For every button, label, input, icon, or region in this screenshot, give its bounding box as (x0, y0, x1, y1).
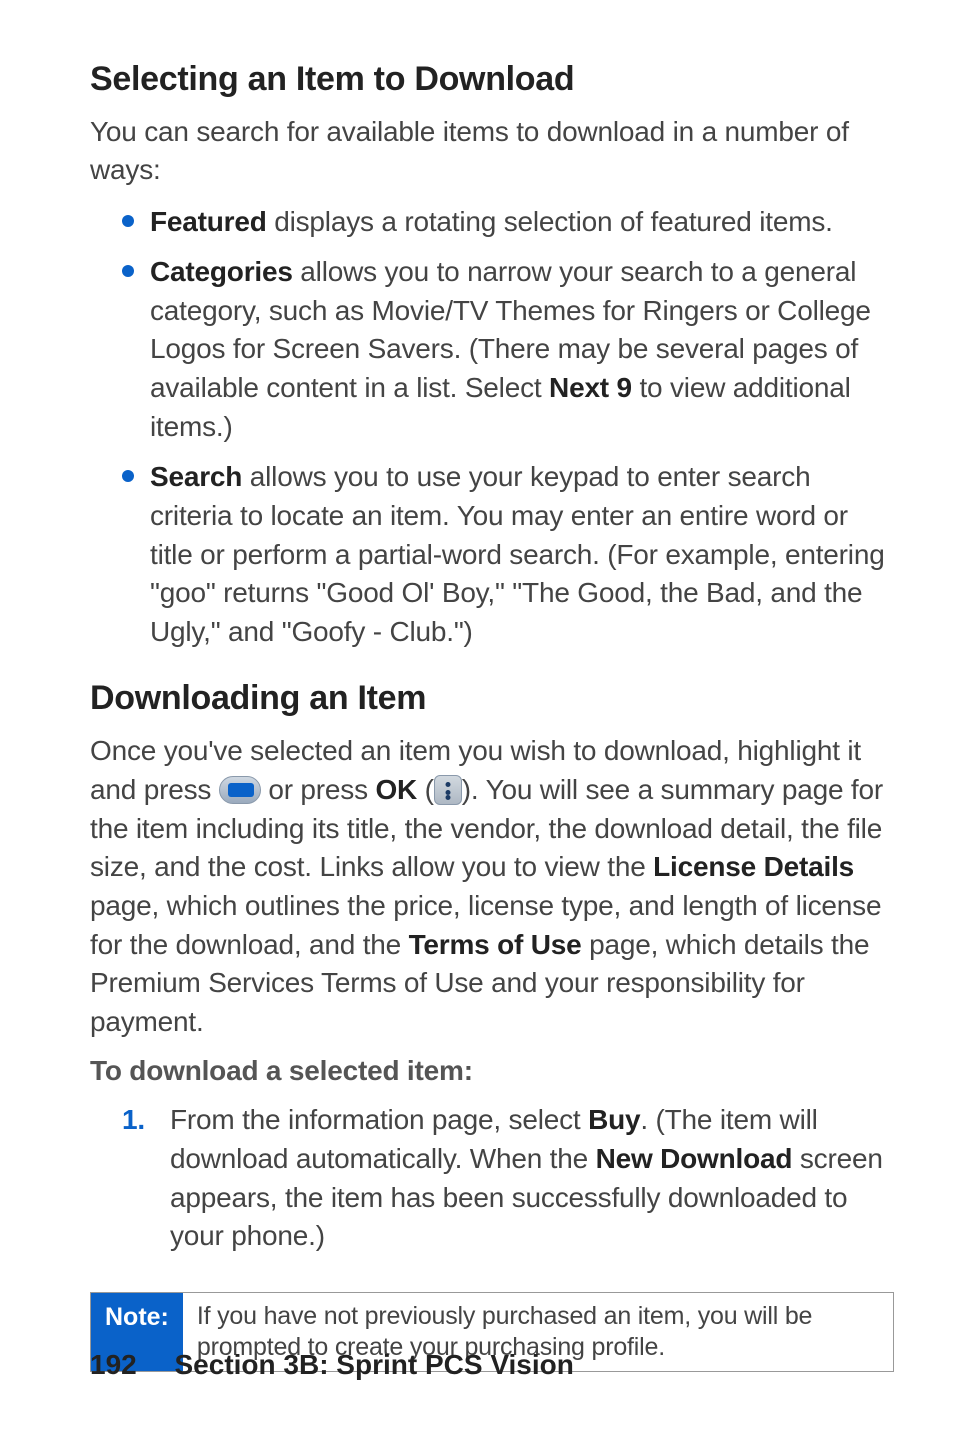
bullet-featured: Featured displays a rotating selection o… (122, 203, 894, 242)
bold-categories: Categories (150, 256, 293, 287)
bold-ok: OK (375, 774, 417, 805)
bold-license-details: License Details (653, 851, 854, 882)
page-number: 192 (90, 1349, 137, 1380)
bold-featured: Featured (150, 206, 267, 237)
bold-search: Search (150, 461, 242, 492)
bold-new-download: New Download (596, 1143, 793, 1174)
ordered-list-download: 1. From the information page, select Buy… (90, 1101, 894, 1256)
step-1-number: 1. (122, 1101, 145, 1140)
heading-selecting: Selecting an Item to Download (90, 60, 894, 99)
body-mid2: ( (425, 774, 434, 805)
intro-selecting: You can search for available items to do… (90, 113, 894, 189)
section-label: Section 3B: Sprint PCS Vision (175, 1349, 574, 1380)
bullet-categories: Categories allows you to narrow your sea… (122, 253, 894, 446)
bullet-list-selecting: Featured displays a rotating selection o… (90, 203, 894, 652)
step-1-pre: From the information page, select (170, 1104, 588, 1135)
ok-key-icon (434, 775, 462, 805)
heading-downloading: Downloading an Item (90, 679, 894, 718)
page-footer: 192 Section 3B: Sprint PCS Vision (90, 1349, 574, 1381)
body-mid1: or press (268, 774, 375, 805)
bullet-search: Search allows you to use your keypad to … (122, 458, 894, 651)
menu-key-icon (219, 776, 261, 804)
body-downloading: Once you've selected an item you wish to… (90, 732, 894, 1041)
text-featured: displays a rotating selection of feature… (267, 206, 833, 237)
subhead-download-steps: To download a selected item: (90, 1055, 894, 1087)
bold-next9: Next 9 (549, 372, 632, 403)
bold-buy: Buy (588, 1104, 640, 1135)
document-page: Selecting an Item to Download You can se… (0, 0, 954, 1372)
step-1: 1. From the information page, select Buy… (122, 1101, 894, 1256)
text-search: allows you to use your keypad to enter s… (150, 461, 885, 647)
bold-terms-of-use: Terms of Use (409, 929, 582, 960)
